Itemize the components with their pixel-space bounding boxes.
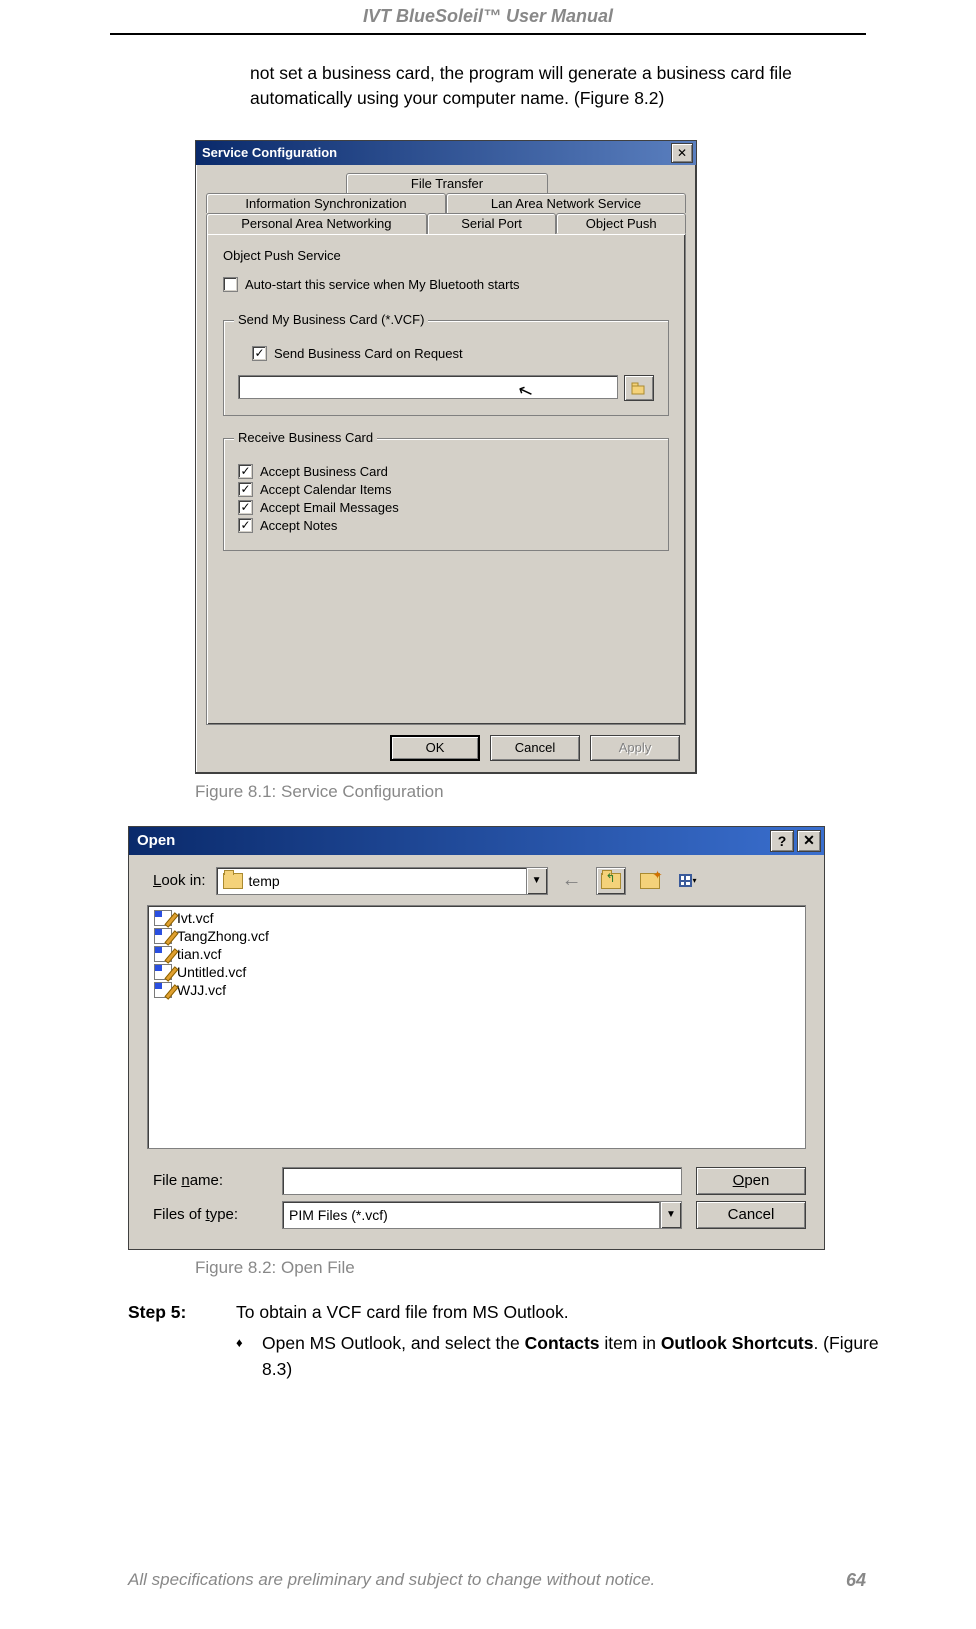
- checkbox-accept-calendar[interactable]: ✓ Accept Calendar Items: [238, 482, 654, 497]
- up-folder-button[interactable]: [596, 867, 626, 895]
- window-title: Open: [129, 832, 770, 849]
- lookin-value: temp: [249, 873, 526, 889]
- vcf-icon: [154, 982, 172, 998]
- dialog-button-row: OK Cancel Apply: [196, 725, 696, 773]
- file-name: TangZhong.vcf: [177, 928, 269, 944]
- tab-info-sync[interactable]: Information Synchronization: [206, 193, 446, 213]
- open-button[interactable]: OpenOpen: [696, 1167, 806, 1195]
- views-icon: ▾: [679, 874, 697, 887]
- checkbox-icon: ✓: [238, 464, 253, 479]
- file-item[interactable]: WJJ.vcf: [152, 981, 801, 999]
- checkbox-autostart[interactable]: Auto-start this service when My Bluetoot…: [223, 277, 669, 292]
- file-item[interactable]: Untitled.vcf: [152, 963, 801, 981]
- checkbox-icon: ✓: [238, 500, 253, 515]
- figure-caption-1: Figure 8.1: Service Configuration: [195, 782, 976, 802]
- step-5: Step 5: To obtain a VCF card file from M…: [128, 1300, 898, 1382]
- chevron-down-icon[interactable]: ▼: [660, 1201, 682, 1229]
- vcf-icon: [154, 946, 172, 962]
- filename-label: File name:File name:: [153, 1172, 268, 1189]
- tab-object-push[interactable]: Object Push: [556, 213, 686, 234]
- vcf-icon: [154, 910, 172, 926]
- close-icon[interactable]: ✕: [797, 830, 821, 852]
- file-item[interactable]: tian.vcf: [152, 945, 801, 963]
- checkbox-icon: ✓: [238, 482, 253, 497]
- tab-lan-service[interactable]: Lan Area Network Service: [446, 193, 686, 213]
- lookin-row: Look Look in:in: temp ▼ ← ▾: [129, 855, 824, 903]
- new-folder-button[interactable]: [636, 868, 664, 894]
- open-file-dialog: Open ? ✕ Look Look in:in: temp ▼ ← ▾ Ivt…: [128, 826, 825, 1250]
- file-name: WJJ.vcf: [177, 982, 226, 998]
- tab-serial-port[interactable]: Serial Port: [427, 213, 557, 234]
- file-item[interactable]: Ivt.vcf: [152, 909, 801, 927]
- bullet-icon: ♦: [236, 1331, 262, 1382]
- help-icon[interactable]: ?: [770, 830, 794, 852]
- new-folder-icon: [640, 873, 660, 889]
- checkbox-icon: [223, 277, 238, 292]
- file-name: Untitled.vcf: [177, 964, 246, 980]
- tab-pan[interactable]: Personal Area Networking: [206, 213, 427, 234]
- filetype-combo[interactable]: PIM Files (*.vcf): [282, 1201, 660, 1229]
- footer: All specifications are preliminary and s…: [0, 1570, 976, 1591]
- cancel-button[interactable]: Cancel: [696, 1201, 806, 1229]
- tab-strip: File Transfer Information Synchronizatio…: [206, 173, 686, 725]
- checkbox-accept-notes[interactable]: ✓ Accept Notes: [238, 518, 654, 533]
- checkbox-label: Accept Notes: [260, 518, 337, 533]
- file-list[interactable]: Ivt.vcf TangZhong.vcf tian.vcf Untitled.…: [147, 905, 806, 1149]
- lookin-label: Look Look in:in:: [153, 872, 206, 889]
- header-rule: [110, 33, 866, 35]
- checkbox-icon: ✓: [252, 346, 267, 361]
- folder-icon: [223, 873, 243, 889]
- bullet-text: Open MS Outlook, and select the Contacts…: [262, 1331, 898, 1382]
- arrow-left-icon: ←: [562, 869, 582, 892]
- filetype-value: PIM Files (*.vcf): [289, 1207, 388, 1223]
- checkbox-accept-card[interactable]: ✓ Accept Business Card: [238, 464, 654, 479]
- window-title: Service Configuration: [196, 145, 671, 160]
- section-label: Object Push Service: [223, 248, 669, 263]
- checkbox-label: Send Business Card on Request: [274, 346, 463, 361]
- back-button[interactable]: ←: [558, 868, 586, 894]
- step-label: Step 5:: [128, 1300, 236, 1382]
- header-title: IVT BlueSoleil™ User Manual: [0, 0, 976, 27]
- checkbox-label: Accept Email Messages: [260, 500, 399, 515]
- cancel-button[interactable]: Cancel: [490, 735, 580, 761]
- filename-input[interactable]: [282, 1167, 682, 1195]
- up-folder-icon: [601, 873, 621, 889]
- views-button[interactable]: ▾: [674, 868, 702, 894]
- ok-button[interactable]: OK: [390, 735, 480, 761]
- bottom-rows: File name:File name: OpenOpen Files of t…: [129, 1159, 824, 1249]
- vcf-icon: [154, 964, 172, 980]
- checkbox-send-on-request[interactable]: ✓ Send Business Card on Request: [252, 346, 654, 361]
- vcf-icon: [154, 928, 172, 944]
- figure-caption-2: Figure 8.2: Open File: [195, 1258, 976, 1278]
- group-receive-card: Receive Business Card ✓Accept Business C…: [223, 438, 669, 551]
- chevron-down-icon[interactable]: ▼: [526, 868, 547, 894]
- tab-file-transfer[interactable]: File Transfer: [346, 173, 548, 193]
- checkbox-label: Accept Calendar Items: [260, 482, 392, 497]
- page-number: 64: [846, 1570, 866, 1591]
- lookin-combo[interactable]: temp ▼: [216, 867, 548, 895]
- filetype-label: Files of type:Files of type:: [153, 1206, 268, 1223]
- checkbox-icon: ✓: [238, 518, 253, 533]
- group-send-card: Send My Business Card (*.VCF) ✓ Send Bus…: [223, 320, 669, 416]
- group-legend: Receive Business Card: [234, 430, 377, 445]
- service-config-dialog: Service Configuration ✕ File Transfer In…: [195, 140, 697, 774]
- checkbox-accept-email[interactable]: ✓ Accept Email Messages: [238, 500, 654, 515]
- checkbox-label: Auto-start this service when My Bluetoot…: [245, 277, 520, 292]
- intro-paragraph: not set a business card, the program wil…: [250, 61, 890, 112]
- group-legend: Send My Business Card (*.VCF): [234, 312, 428, 327]
- footer-text: All specifications are preliminary and s…: [128, 1570, 655, 1590]
- file-item[interactable]: TangZhong.vcf: [152, 927, 801, 945]
- titlebar[interactable]: Open ? ✕: [129, 827, 824, 855]
- close-icon[interactable]: ✕: [671, 143, 693, 163]
- browse-button[interactable]: [624, 375, 654, 401]
- titlebar[interactable]: Service Configuration ✕: [196, 141, 696, 165]
- file-name: Ivt.vcf: [177, 910, 214, 926]
- tab-panel: Object Push Service Auto-start this serv…: [206, 233, 686, 725]
- browse-icon: [631, 381, 647, 395]
- step-line: To obtain a VCF card file from MS Outloo…: [236, 1300, 898, 1325]
- vcf-path-input[interactable]: [238, 375, 618, 399]
- apply-button[interactable]: Apply: [590, 735, 680, 761]
- checkbox-label: Accept Business Card: [260, 464, 388, 479]
- file-name: tian.vcf: [177, 946, 221, 962]
